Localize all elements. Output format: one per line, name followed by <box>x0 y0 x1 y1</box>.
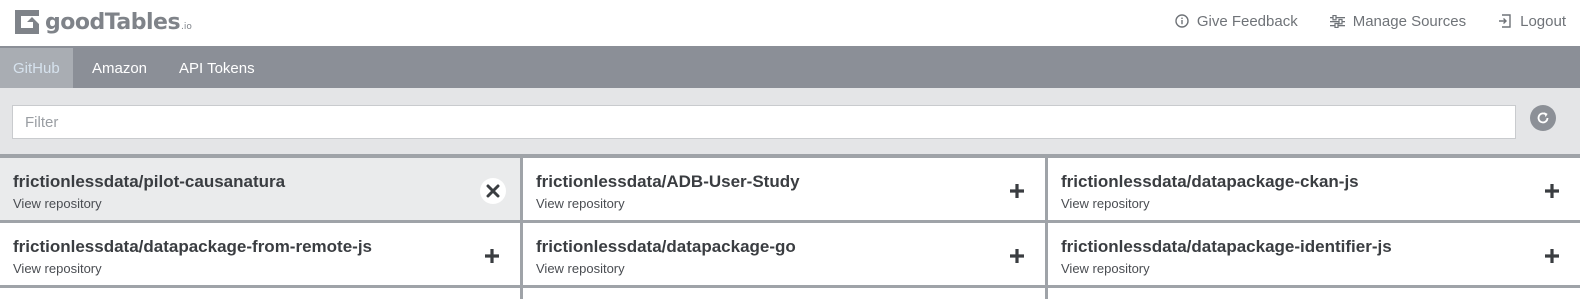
logo-icon <box>12 7 42 37</box>
manage-sources-label: Manage Sources <box>1352 12 1467 30</box>
give-feedback-label: Give Feedback <box>1196 12 1298 30</box>
top-navbar: goodTables .io Give Feedback Manage Sour… <box>0 0 1580 46</box>
repo-card[interactable]: frictionlessdata/datapackage-ckan-js Vie… <box>1048 158 1580 220</box>
add-repo-button[interactable] <box>1540 179 1564 203</box>
tab-amazon-label: Amazon <box>92 59 148 77</box>
top-links: Give Feedback Manage Sources Logout <box>1143 0 1566 42</box>
tab-amazon[interactable]: Amazon <box>79 48 160 88</box>
repo-card[interactable]: frictionlessdata/datapackage-go View rep… <box>523 223 1045 285</box>
repo-card[interactable] <box>1048 288 1580 299</box>
give-feedback-link[interactable]: Give Feedback <box>1175 13 1298 30</box>
tab-github[interactable]: GitHub <box>0 48 73 88</box>
repo-name: frictionlessdata/ADB-User-Study <box>536 172 800 191</box>
view-repository-link[interactable]: View repository <box>13 196 102 211</box>
repo-card[interactable]: frictionlessdata/pilot-causanatura View … <box>0 158 520 220</box>
repo-name: frictionlessdata/datapackage-from-remote… <box>13 237 372 256</box>
add-repo-button[interactable] <box>1005 244 1029 268</box>
filter-input[interactable] <box>12 105 1516 139</box>
repo-name: frictionlessdata/datapackage-go <box>536 237 796 256</box>
view-repository-link[interactable]: View repository <box>1061 196 1150 211</box>
repo-card[interactable]: frictionlessdata/datapackage-from-remote… <box>0 223 520 285</box>
tab-github-label: GitHub <box>13 59 60 77</box>
tab-api-tokens-label: API Tokens <box>179 59 255 77</box>
repo-card[interactable] <box>523 288 1045 299</box>
plus-icon <box>1545 184 1559 198</box>
plus-icon <box>485 249 499 263</box>
sliders-icon <box>1329 14 1345 28</box>
sign-out-icon <box>1499 14 1511 28</box>
brand-logo[interactable]: goodTables .io <box>12 6 192 38</box>
brand-suffix: .io <box>181 22 192 32</box>
view-repository-link[interactable]: View repository <box>536 261 625 276</box>
add-repo-button[interactable] <box>480 244 504 268</box>
tab-api-tokens[interactable]: API Tokens <box>166 48 268 88</box>
manage-sources-link[interactable]: Manage Sources <box>1329 12 1467 30</box>
refresh-icon <box>1537 112 1549 124</box>
repository-grid: frictionlessdata/pilot-causanatura View … <box>0 154 1580 299</box>
repo-card[interactable]: frictionlessdata/ADB-User-Study View rep… <box>523 158 1045 220</box>
logout-link[interactable]: Logout <box>1498 13 1566 30</box>
view-repository-link[interactable]: View repository <box>536 196 625 211</box>
add-repo-button[interactable] <box>1540 244 1564 268</box>
plus-icon <box>1010 184 1024 198</box>
view-repository-link[interactable]: View repository <box>13 261 102 276</box>
logout-label: Logout <box>1520 12 1566 30</box>
plus-icon <box>1010 249 1024 263</box>
close-icon <box>486 184 500 198</box>
repo-name: frictionlessdata/datapackage-ckan-js <box>1061 172 1359 191</box>
source-tabs: GitHub Amazon API Tokens <box>0 46 1580 88</box>
plus-icon <box>1545 249 1559 263</box>
repo-card[interactable] <box>0 288 520 299</box>
info-icon <box>1175 14 1189 28</box>
view-repository-link[interactable]: View repository <box>1061 261 1150 276</box>
repo-name: frictionlessdata/datapackage-identifier-… <box>1061 237 1392 256</box>
brand-name: goodTables <box>45 9 181 35</box>
repo-name: frictionlessdata/pilot-causanatura <box>13 172 286 191</box>
filter-bar <box>0 88 1580 154</box>
add-repo-button[interactable] <box>1005 179 1029 203</box>
refresh-button[interactable] <box>1530 105 1556 131</box>
repo-card[interactable]: frictionlessdata/datapackage-identifier-… <box>1048 223 1580 285</box>
remove-repo-button[interactable] <box>480 178 506 204</box>
